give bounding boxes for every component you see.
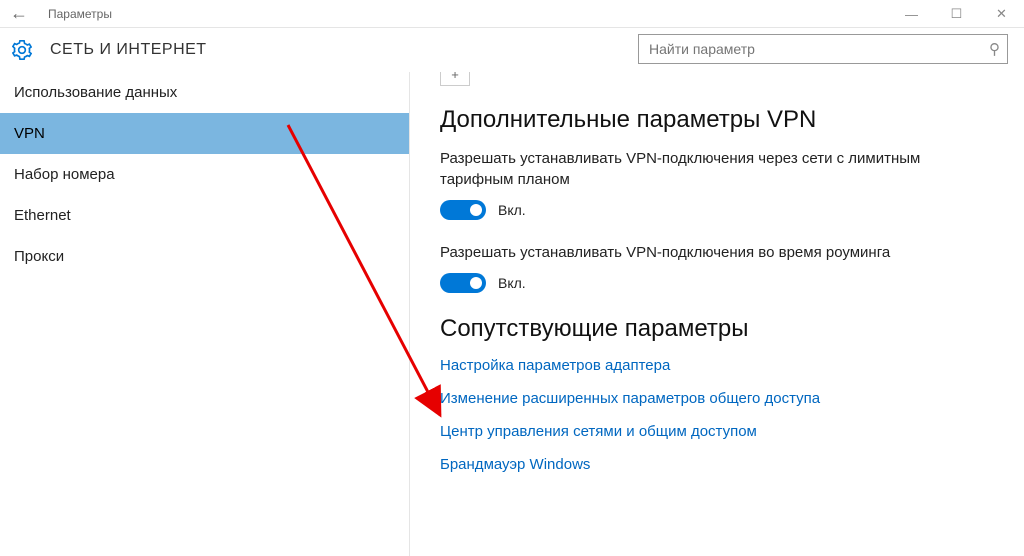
link-advanced-sharing[interactable]: Изменение расширенных параметров общего … <box>440 390 994 407</box>
search-container: ⚲ <box>638 34 1008 64</box>
sidebar-item-vpn[interactable]: VPN <box>0 113 409 154</box>
advanced-vpn-heading: Дополнительные параметры VPN <box>440 106 994 134</box>
close-button[interactable]: ✕ <box>979 0 1024 28</box>
content-panel: + Дополнительные параметры VPN Разрешать… <box>410 72 1024 556</box>
window-controls: — ☐ ✕ <box>889 0 1024 28</box>
search-input[interactable] <box>638 34 1008 64</box>
sidebar-item-proxy[interactable]: Прокси <box>0 236 409 277</box>
roaming-label: Разрешать устанавливать VPN-подключения … <box>440 242 994 263</box>
metered-toggle[interactable] <box>440 200 486 220</box>
header: СЕТЬ И ИНТЕРНЕТ ⚲ <box>0 28 1024 72</box>
metered-toggle-row: Вкл. <box>440 200 994 220</box>
link-adapter-settings[interactable]: Настройка параметров адаптера <box>440 357 994 374</box>
roaming-toggle-state: Вкл. <box>498 275 526 291</box>
titlebar: ← Параметры — ☐ ✕ <box>0 0 1024 28</box>
roaming-toggle[interactable] <box>440 273 486 293</box>
gear-icon[interactable] <box>12 40 32 60</box>
add-vpn-button-cut[interactable]: + <box>440 72 470 86</box>
maximize-button[interactable]: ☐ <box>934 0 979 28</box>
link-firewall[interactable]: Брандмауэр Windows <box>440 456 994 473</box>
roaming-toggle-row: Вкл. <box>440 273 994 293</box>
window-title: Параметры <box>48 7 112 21</box>
sidebar: Использование данных VPN Набор номера Et… <box>0 72 410 556</box>
metered-toggle-state: Вкл. <box>498 202 526 218</box>
sidebar-item-dialup[interactable]: Набор номера <box>0 154 409 195</box>
back-arrow-icon[interactable]: ← <box>10 3 28 24</box>
sidebar-item-data-usage[interactable]: Использование данных <box>0 72 409 113</box>
related-heading: Сопутствующие параметры <box>440 315 994 343</box>
sidebar-item-ethernet[interactable]: Ethernet <box>0 195 409 236</box>
link-network-center[interactable]: Центр управления сетями и общим доступом <box>440 423 994 440</box>
page-title: СЕТЬ И ИНТЕРНЕТ <box>50 41 207 59</box>
search-icon[interactable]: ⚲ <box>989 40 1000 58</box>
metered-label: Разрешать устанавливать VPN-подключения … <box>440 148 994 190</box>
minimize-button[interactable]: — <box>889 0 934 28</box>
